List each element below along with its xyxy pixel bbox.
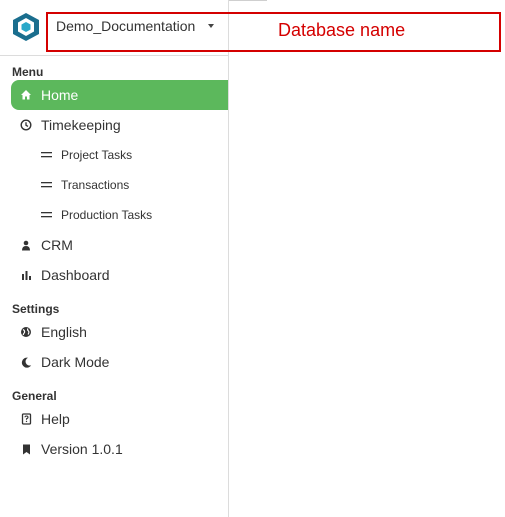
nav-label-help: Help <box>41 411 70 427</box>
nav-subitem-production-tasks[interactable]: Production Tasks <box>31 200 228 230</box>
equals-icon <box>31 140 61 170</box>
nav-label-language: English <box>41 324 87 340</box>
nav-item-help[interactable]: Help <box>11 404 228 434</box>
nav-label-crm: CRM <box>41 237 73 253</box>
clock-icon <box>11 110 41 140</box>
globe-icon <box>11 317 41 347</box>
nav-label-transactions: Transactions <box>61 178 130 192</box>
annotation-highlight-box <box>46 12 501 52</box>
settings-section-title: Settings <box>12 302 60 316</box>
nav-item-dashboard[interactable]: Dashboard <box>11 260 228 290</box>
equals-icon <box>31 170 61 200</box>
header-divider <box>0 55 229 56</box>
nav-item-dark-mode[interactable]: Dark Mode <box>11 347 228 377</box>
sidebar: Demo_Documentation Menu Home Timekeeping… <box>0 0 229 517</box>
nav-subitem-transactions[interactable]: Transactions <box>31 170 228 200</box>
nav-item-timekeeping[interactable]: Timekeeping <box>11 110 228 140</box>
nav-label-home: Home <box>41 87 79 103</box>
app-logo-icon <box>12 12 40 42</box>
nav-item-home[interactable]: Home <box>11 80 228 110</box>
bookmark-icon <box>11 434 41 464</box>
nav-label-version: Version 1.0.1 <box>41 441 123 457</box>
nav-label-dark-mode: Dark Mode <box>41 354 110 370</box>
nav-label-dashboard: Dashboard <box>41 267 110 283</box>
nav-item-version[interactable]: Version 1.0.1 <box>11 434 228 464</box>
nav-subitem-project-tasks[interactable]: Project Tasks <box>31 140 228 170</box>
nav-item-crm[interactable]: CRM <box>11 230 228 260</box>
home-icon <box>11 80 41 110</box>
annotation-label: Database name <box>278 20 406 40</box>
equals-icon <box>31 200 61 230</box>
nav-item-language[interactable]: English <box>11 317 228 347</box>
nav-label-timekeeping: Timekeeping <box>41 117 121 133</box>
person-icon <box>11 230 41 260</box>
nav-label-production-tasks: Production Tasks <box>61 208 153 222</box>
moon-icon <box>11 347 41 377</box>
general-section-title: General <box>12 389 57 403</box>
menu-section-title: Menu <box>12 65 44 79</box>
nav-label-project-tasks: Project Tasks <box>61 148 133 162</box>
help-book-icon <box>11 404 41 434</box>
bar-chart-icon <box>11 260 41 290</box>
